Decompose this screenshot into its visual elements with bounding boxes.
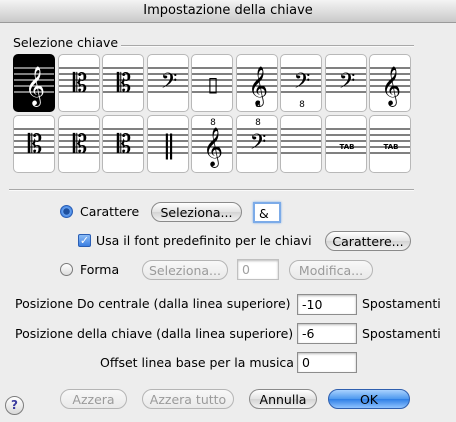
treble-clef-icon[interactable]: 𝄞: [13, 54, 55, 112]
alto-clef-icon-glyph: 𝄡: [58, 67, 99, 99]
bass-8va-clef-icon[interactable]: 𝄢 8: [235, 115, 278, 173]
svg-text:‖: ‖: [162, 130, 175, 160]
baritone-c-clef-icon[interactable]: 𝄡: [13, 115, 55, 173]
svg-text:8: 8: [210, 118, 216, 128]
percussion-clef-2-icon-glyph: ‖: [147, 128, 188, 160]
tab-clef-icon-glyph: TAB: [325, 128, 366, 154]
character-field[interactable]: &: [253, 202, 281, 223]
blank-clef-icon[interactable]: [280, 115, 322, 173]
window-title: Impostazione della chiave: [0, 0, 456, 23]
svg-text:𝄡: 𝄡: [117, 130, 132, 160]
svg-text:𝄢: 𝄢: [249, 130, 266, 160]
help-button[interactable]: ?: [5, 396, 24, 415]
edit-shape-button[interactable]: Modifica...: [289, 260, 373, 280]
treble-8va-clef-icon-glyph: 𝄞8: [192, 118, 232, 168]
baseline-offset-label: Offset linea base per la musica: [100, 355, 294, 370]
treble-8vb-clef-icon-glyph: 𝄞8: [236, 66, 277, 110]
french-violin-clef-icon-glyph: 𝄞: [370, 66, 410, 107]
tenor-clef-icon[interactable]: 𝄡: [102, 54, 144, 112]
bass-clef-low-icon[interactable]: 𝄢: [324, 54, 367, 112]
svg-text:8: 8: [255, 118, 261, 128]
svg-text:𝄡: 𝄡: [28, 130, 43, 160]
tenor-clef-icon-glyph: 𝄡: [103, 67, 143, 99]
svg-text:𝄞: 𝄞: [203, 127, 223, 168]
cancel-button[interactable]: Annulla: [249, 389, 317, 409]
reset-button[interactable]: Azzera: [60, 389, 127, 409]
bass-8vb-clef-icon-glyph: 𝄢8: [281, 67, 321, 110]
bass-clef-low-icon-glyph: 𝄢: [325, 67, 366, 99]
font-button[interactable]: Carattere...: [325, 231, 411, 251]
tab-small-clef-icon[interactable]: TAB: [369, 115, 411, 173]
character-radio-label: Carattere: [80, 204, 140, 219]
treble-8va-clef-icon[interactable]: 𝄞 8: [191, 115, 233, 173]
reset-all-button[interactable]: Azzera tutto: [142, 389, 234, 409]
tab-small-clef-icon-glyph: TAB: [370, 128, 410, 154]
clef-position-unit-label: Spostamenti: [362, 326, 441, 341]
svg-text:𝄢: 𝄢: [294, 69, 311, 99]
clef-selection-label: Selezione chiave: [13, 35, 119, 50]
bass-8vb-clef-icon[interactable]: 𝄢 8: [280, 54, 322, 112]
blank-clef-icon-glyph: [281, 128, 321, 154]
use-default-font-label: Usa il font predefinito per le chiavi: [96, 233, 312, 248]
svg-text:𝄞: 𝄞: [381, 66, 401, 107]
mezzo-soprano-clef-icon[interactable]: 𝄡: [57, 115, 100, 173]
use-default-font-checkbox[interactable]: ✓: [78, 234, 91, 247]
svg-text:𝄡: 𝄡: [72, 69, 87, 99]
middle-c-position-label: Posizione Do centrale (dalla linea super…: [15, 296, 291, 311]
shape-field[interactable]: 0: [237, 259, 279, 280]
svg-text:8: 8: [255, 100, 261, 110]
ok-button[interactable]: OK: [328, 389, 410, 409]
mezzo-soprano-clef-icon-glyph: 𝄡: [58, 128, 99, 160]
baseline-offset-field[interactable]: 0: [297, 352, 357, 373]
bass-clef-icon-glyph: 𝄢: [147, 67, 188, 99]
treble-clef-icon-glyph: 𝄞: [14, 66, 54, 107]
svg-text:𝄞: 𝄞: [25, 66, 45, 107]
tab-clef-icon[interactable]: TAB: [324, 115, 367, 173]
alto-clef-icon[interactable]: 𝄡: [57, 54, 100, 112]
clef-position-label: Posizione della chiave (dalla linea supe…: [15, 326, 294, 341]
soprano-clef-icon[interactable]: 𝄡: [102, 115, 144, 173]
shape-radio[interactable]: [60, 263, 73, 276]
clef-position-field[interactable]: -6: [297, 323, 357, 344]
middle-c-position-field[interactable]: -10: [297, 294, 357, 315]
select-shape-button[interactable]: Seleziona...: [142, 260, 228, 280]
baritone-c-clef-icon-glyph: 𝄡: [14, 128, 54, 160]
svg-text:▯: ▯: [207, 72, 218, 96]
section-separator: [121, 45, 414, 47]
french-violin-clef-icon[interactable]: 𝄞: [369, 54, 411, 112]
svg-text:𝄢: 𝄢: [160, 69, 177, 99]
treble-8vb-clef-icon[interactable]: 𝄞 8: [235, 54, 278, 112]
shape-radio-label: Forma: [80, 262, 120, 277]
percussion-clef-2-icon[interactable]: ‖: [146, 115, 189, 173]
soprano-clef-icon-glyph: 𝄡: [103, 128, 143, 160]
svg-text:8: 8: [299, 100, 305, 110]
percussion-clef-icon[interactable]: ▯: [191, 54, 233, 112]
select-character-button[interactable]: Seleziona...: [151, 202, 242, 222]
grid-separator: [9, 189, 414, 191]
svg-text:TAB: TAB: [384, 143, 399, 151]
svg-text:𝄢: 𝄢: [338, 69, 355, 99]
svg-text:𝄡: 𝄡: [117, 69, 132, 99]
svg-text:𝄡: 𝄡: [72, 130, 87, 160]
clef-settings-dialog: Impostazione della chiave Selezione chia…: [0, 0, 456, 422]
bass-8va-clef-icon-glyph: 𝄢8: [236, 118, 277, 160]
middle-c-unit-label: Spostamenti: [362, 296, 441, 311]
percussion-clef-icon-glyph: ▯: [192, 67, 232, 96]
character-radio[interactable]: [60, 205, 73, 218]
bass-clef-icon[interactable]: 𝄢: [146, 54, 189, 112]
svg-text:TAB: TAB: [339, 143, 354, 151]
